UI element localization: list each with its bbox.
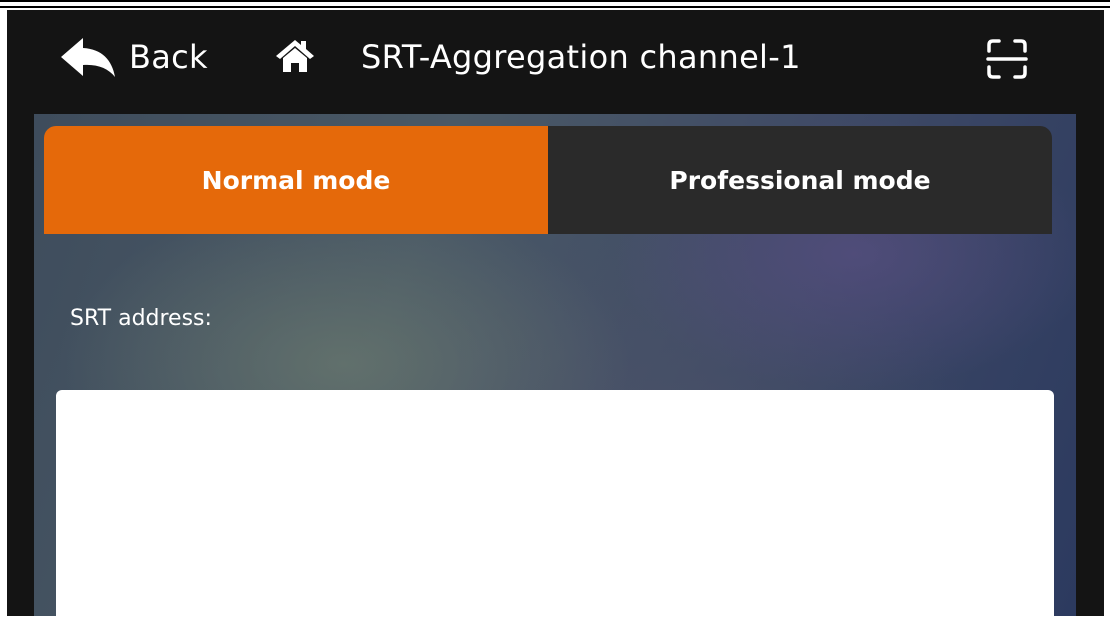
top-bar: Back SRT-Aggregation channel-1 [7,10,1104,114]
tab-professional-mode[interactable]: Professional mode [548,126,1052,234]
back-label: Back [129,38,208,76]
srt-address-input[interactable] [56,390,1054,616]
back-button[interactable]: Back [59,32,208,82]
home-icon [276,40,314,72]
back-arrow-icon [61,38,115,77]
page-title: SRT-Aggregation channel-1 [361,38,801,76]
scan-button[interactable] [985,37,1029,81]
settings-panel: Normal mode Professional mode SRT addres… [34,114,1076,616]
tab-normal-mode[interactable]: Normal mode [44,126,548,234]
home-button[interactable] [275,38,315,78]
device-screen: Back SRT-Aggregation channel-1 Normal mo… [7,10,1104,616]
srt-address-label: SRT address: [70,306,212,331]
top-border-line [0,0,1110,8]
scan-icon [986,39,1028,79]
mode-tabs: Normal mode Professional mode [44,126,1052,234]
